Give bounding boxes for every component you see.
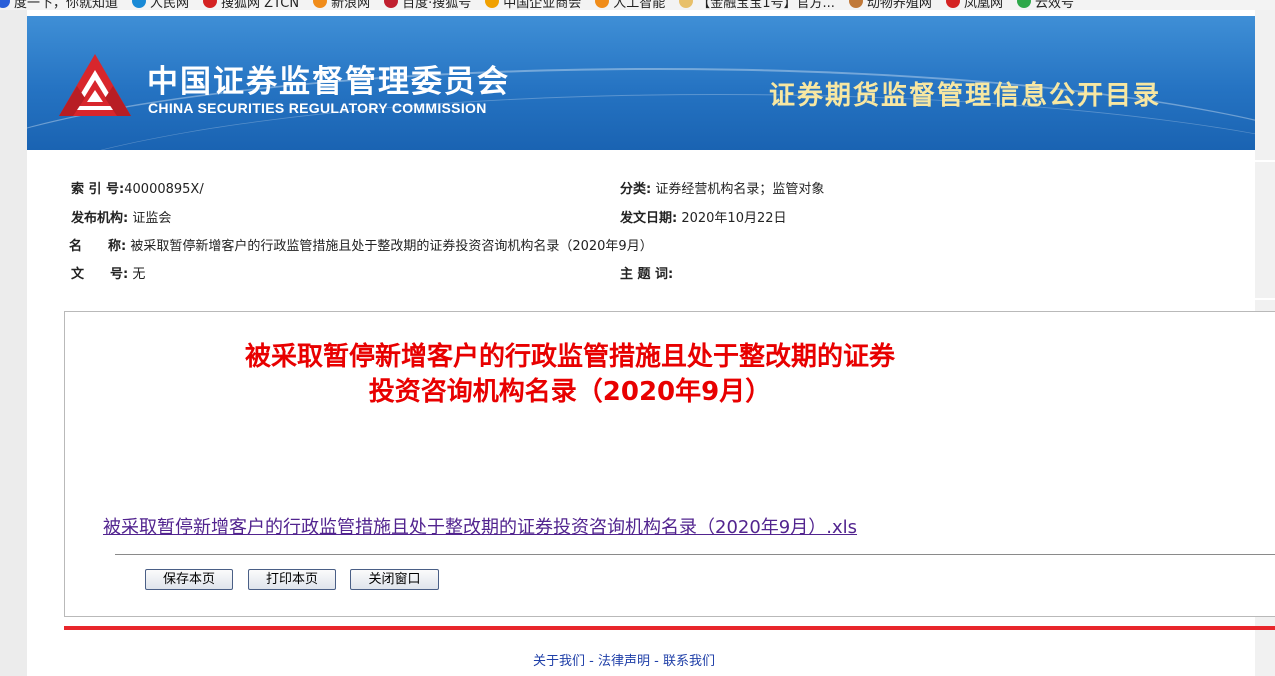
bookmark-item[interactable]: 云效号: [1016, 0, 1074, 10]
divider: [115, 554, 1275, 555]
bookmark-item[interactable]: 【金融宝宝1号】官方...: [679, 0, 835, 10]
bookmark-favicon-icon: [848, 0, 863, 8]
save-page-button[interactable]: 保存本页: [145, 569, 233, 590]
bookmark-item[interactable]: 百度·搜狐号: [384, 0, 471, 10]
meta-name-value: 被采取暂停新增客户的行政监管措施且处于整改期的证券投资咨询机构名录（2020年9…: [126, 239, 653, 254]
footer-about-link[interactable]: 关于我们: [533, 654, 585, 669]
bookmark-favicon-icon: [485, 0, 500, 8]
meta-subject-label: 主 题 词:: [620, 267, 674, 282]
bookmark-item[interactable]: 人民网: [132, 0, 189, 10]
org-name-en: CHINA SECURITIES REGULATORY COMMISSION: [148, 100, 487, 116]
bookmark-favicon-icon: [384, 0, 399, 8]
footer-legal-link[interactable]: 法律声明: [598, 654, 650, 669]
bookmark-favicon-icon: [132, 0, 147, 8]
meta-category: 分类: 证券经营机构名录；监管对象: [620, 182, 824, 198]
meta-index-label: 索 引 号:: [71, 182, 125, 197]
meta-subject: 主 题 词:: [620, 267, 673, 283]
footer-separator: -: [585, 654, 598, 669]
footer-contact-link[interactable]: 联系我们: [663, 654, 715, 669]
document-title: 被采取暂停新增客户的行政监管措施且处于整改期的证券 投资咨询机构名录（2020年…: [175, 340, 965, 410]
print-page-button[interactable]: 打印本页: [248, 569, 336, 590]
bookmark-label: 凤凰网: [963, 0, 1003, 10]
bookmark-label: 人工智能: [613, 0, 666, 10]
scroll-tick: [1255, 298, 1275, 300]
meta-docno-label: 文 号:: [71, 267, 129, 282]
bookmark-item[interactable]: 度一下，你就知道: [0, 0, 118, 10]
bookmark-item[interactable]: 动物养殖网: [848, 0, 932, 10]
meta-name: 名 称: 被采取暂停新增客户的行政监管措施且处于整改期的证券投资咨询机构名录（2…: [69, 239, 653, 255]
bookmark-item[interactable]: 搜狐网 ZTCN: [203, 0, 299, 10]
meta-publisher-label: 发布机构:: [71, 211, 129, 226]
meta-docno: 文 号: 无: [71, 267, 145, 283]
bookmark-label: 搜狐网 ZTCN: [221, 0, 300, 10]
bookmark-label: 云效号: [1034, 0, 1074, 10]
meta-index-value: 40000895X/: [124, 182, 204, 197]
meta-index: 索 引 号:40000895X/: [71, 182, 204, 198]
meta-date-label: 发文日期:: [620, 211, 678, 226]
meta-date-value: 2020年10月22日: [677, 211, 787, 226]
bookmark-favicon-icon: [203, 0, 218, 8]
bookmark-label: 度一下，你就知道: [14, 0, 119, 10]
bookmark-item[interactable]: 人工智能: [595, 0, 665, 10]
close-window-button[interactable]: 关闭窗口: [350, 569, 439, 590]
bookmark-label: 人民网: [150, 0, 190, 10]
org-name-cn: 中国证券监督管理委员会: [147, 64, 510, 100]
bookmark-favicon-icon: [313, 0, 328, 8]
bookmark-item[interactable]: 凤凰网: [945, 0, 1003, 10]
bookmark-favicon-icon: [0, 0, 10, 8]
bookmark-favicon-icon: [1016, 0, 1031, 8]
bookmark-label: 中国企业商会: [503, 0, 582, 10]
meta-publisher-value: 证监会: [128, 211, 172, 226]
meta-name-label: 名 称:: [69, 239, 127, 254]
bookmarks-bar: 度一下，你就知道 人民网 搜狐网 ZTCN 新浪网 百度·搜狐号 中国企业商会 人工智能 【金…: [0, 0, 1275, 10]
scroll-tick: [1255, 160, 1275, 162]
bookmark-label: 百度·搜狐号: [402, 0, 472, 10]
red-rule: [64, 626, 1275, 630]
footer-links: 关于我们 - 法律声明 - 联系我们: [533, 650, 715, 669]
csrc-logo-icon: [59, 54, 131, 116]
meta-category-value: 证券经营机构名录；监管对象: [651, 182, 825, 197]
directory-title: 证券期货监督管理信息公开目录: [769, 81, 1162, 111]
bookmark-item[interactable]: 中国企业商会: [485, 0, 581, 10]
site-header: 中国证券监督管理委员会 CHINA SECURITIES REGULATORY …: [27, 16, 1257, 150]
bookmarks-track: 度一下，你就知道 人民网 搜狐网 ZTCN 新浪网 百度·搜狐号 中国企业商会 人工智能 【金…: [0, 0, 1088, 10]
footer-separator: -: [650, 654, 663, 669]
document-title-line2: 投资咨询机构名录（2020年9月）: [368, 377, 772, 407]
meta-category-label: 分类:: [620, 182, 652, 197]
meta-docno-value: 无: [128, 267, 146, 282]
bookmark-favicon-icon: [679, 0, 694, 8]
bookmark-favicon-icon: [945, 0, 960, 8]
content-box: 被采取暂停新增客户的行政监管措施且处于整改期的证券 投资咨询机构名录（2020年…: [64, 311, 1275, 617]
document-title-line1: 被采取暂停新增客户的行政监管措施且处于整改期的证券: [244, 342, 895, 372]
bookmark-label: 新浪网: [331, 0, 371, 10]
bookmark-item[interactable]: 新浪网: [313, 0, 370, 10]
bookmark-label: 【金融宝宝1号】官方...: [697, 0, 835, 10]
bookmark-label: 动物养殖网: [866, 0, 932, 10]
bookmark-favicon-icon: [595, 0, 610, 8]
attachment-link[interactable]: 被采取暂停新增客户的行政监管措施且处于整改期的证券投资咨询机构名录（2020年9…: [103, 513, 857, 539]
meta-date: 发文日期: 2020年10月22日: [620, 211, 787, 227]
meta-publisher: 发布机构: 证监会: [71, 211, 171, 227]
